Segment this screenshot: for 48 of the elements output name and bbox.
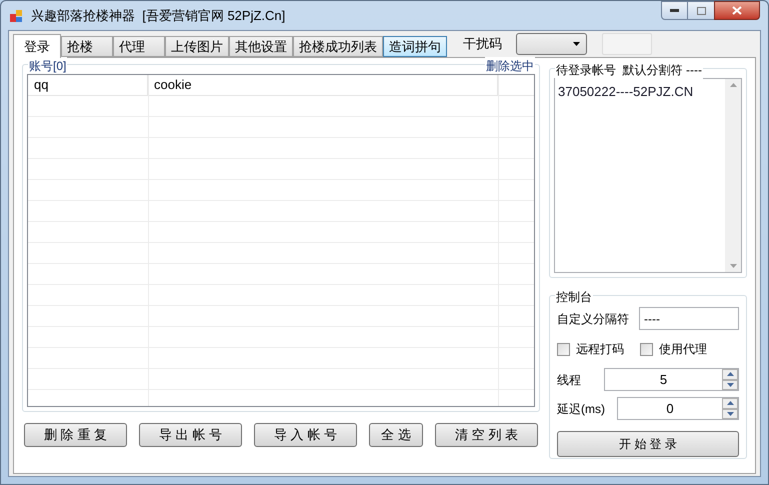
spinner-label: 延迟(ms)	[557, 400, 605, 418]
spinner-label: 线程	[557, 372, 581, 388]
action-button[interactable]: 导 入 帐 号	[254, 423, 357, 447]
window-title: 兴趣部落抢楼神器 [吾爱营销官网 52PjZ.Cn]	[31, 6, 286, 25]
checkbox-label: 远程打码	[576, 341, 624, 358]
pending-accounts-box[interactable]: 37050222----52PJZ.CN	[554, 78, 742, 273]
spin-down-icon[interactable]	[726, 382, 734, 387]
tab[interactable]: 抢楼	[61, 36, 113, 57]
disabled-field	[602, 33, 652, 55]
checkbox[interactable]	[557, 342, 570, 356]
action-button[interactable]: 全 选	[369, 423, 423, 447]
checkbox-label: 使用代理	[659, 341, 707, 358]
app-icon	[9, 8, 23, 22]
minimize-icon	[670, 9, 679, 12]
maximize-icon	[696, 6, 706, 14]
start-login-button[interactable]: 开 始 登 录	[557, 431, 739, 457]
group-title: 账号[0]	[28, 57, 68, 75]
close-button[interactable]	[714, 1, 760, 20]
spin-up-icon[interactable]	[726, 401, 734, 406]
dropdown-arrow-icon	[573, 42, 580, 46]
number-spinner[interactable]: 5	[604, 368, 739, 391]
delete-selected-link[interactable]: 删除选中	[485, 57, 535, 75]
tab[interactable]: 上传图片	[165, 36, 229, 57]
maximize-button[interactable]	[688, 1, 714, 20]
checkbox[interactable]	[640, 342, 653, 356]
captcha-dropdown[interactable]	[516, 33, 587, 55]
captcha-label: 干扰码	[463, 35, 502, 54]
tab[interactable]: 其他设置	[229, 36, 293, 57]
tab[interactable]: 代理	[113, 36, 165, 57]
action-button[interactable]: 清 空 列 表	[435, 423, 538, 447]
minimize-button[interactable]	[661, 1, 688, 20]
tab[interactable]: 抢楼成功列表	[293, 36, 383, 57]
scroll-down-icon	[730, 264, 736, 268]
number-spinner[interactable]: 0	[617, 397, 739, 420]
action-button[interactable]: 导 出 帐 号	[139, 423, 242, 447]
spin-up-icon[interactable]	[726, 372, 734, 376]
scroll-up-icon	[730, 83, 736, 87]
group-title: 待登录帐号 默认分割符 ----	[555, 61, 703, 79]
account-line: 37050222----52PJZ.CN	[558, 83, 694, 101]
action-button[interactable]: 删 除 重 复	[24, 423, 127, 447]
tab[interactable]: 造词拼句	[383, 36, 447, 57]
tab[interactable]: 登录	[13, 34, 61, 58]
group-title: 控制台	[555, 288, 593, 306]
separator-label: 自定义分隔符	[557, 310, 629, 328]
separator-field[interactable]: ----	[639, 307, 739, 330]
close-icon	[732, 6, 742, 15]
spin-down-icon[interactable]	[726, 412, 734, 416]
scrollbar[interactable]	[725, 79, 741, 272]
